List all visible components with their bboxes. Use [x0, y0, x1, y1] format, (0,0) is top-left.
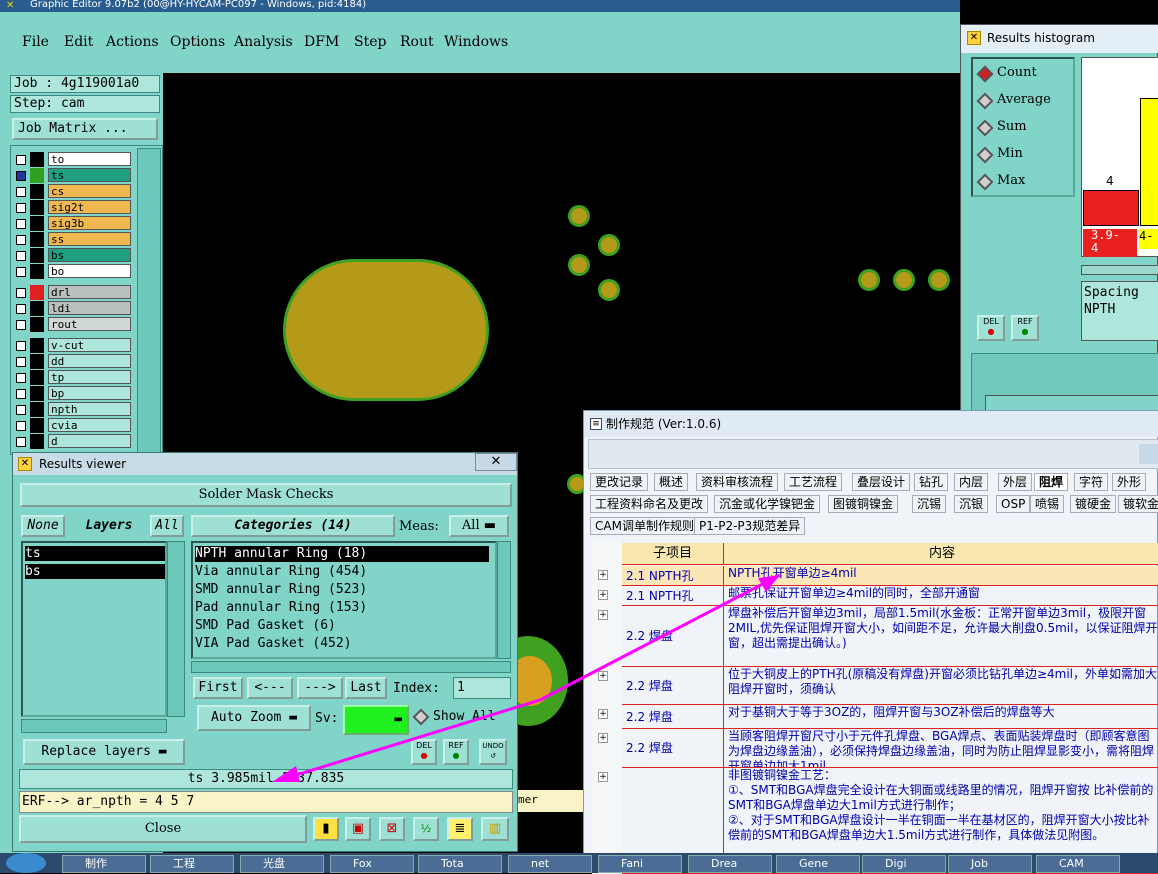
taskbar-item[interactable]: Job: [948, 855, 1032, 873]
arrow-head-lower: [272, 766, 300, 782]
taskbar-item[interactable]: Digi: [862, 855, 946, 873]
arrow-line-upper: [539, 573, 781, 702]
taskbar-item[interactable]: 制作: [62, 855, 146, 873]
taskbar-item[interactable]: Gene: [776, 855, 860, 873]
arrow-head-upper: [758, 575, 780, 592]
annotation-arrows: [272, 573, 781, 782]
taskbar-item[interactable]: 光盘: [240, 855, 324, 873]
taskbar-item[interactable]: 工程: [150, 855, 234, 873]
taskbar-item[interactable]: CAM: [1036, 855, 1120, 873]
taskbar-item[interactable]: Fani: [598, 855, 682, 873]
taskbar-item[interactable]: net: [508, 855, 592, 873]
taskbar-item[interactable]: Fox: [330, 855, 414, 873]
arrow-line-lower: [279, 698, 541, 782]
taskbar-item[interactable]: Drea: [688, 855, 772, 873]
taskbar-item[interactable]: Tota: [418, 855, 502, 873]
taskbar: 制作 工程 光盘 Fox Tota net Fani Drea Gene Digi Job CAM: [0, 853, 1158, 873]
start-button[interactable]: [6, 853, 46, 873]
